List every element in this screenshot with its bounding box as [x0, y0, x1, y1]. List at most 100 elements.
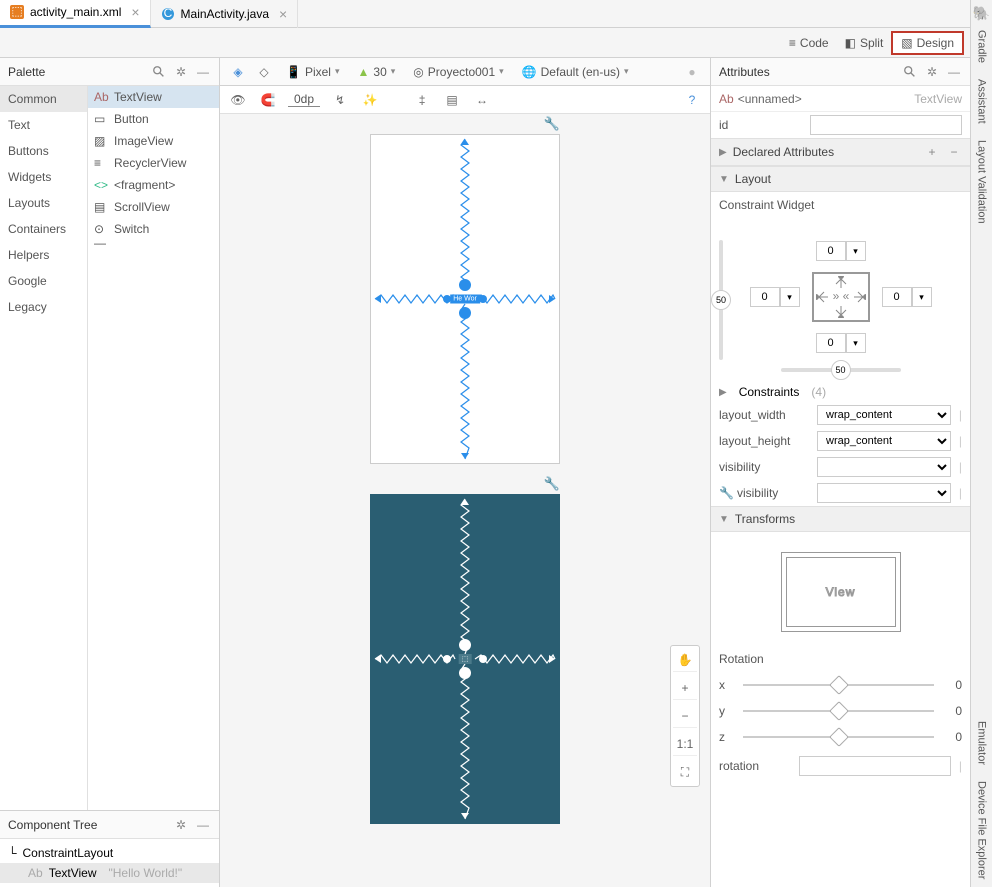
palette-item-textview[interactable]: AbTextView	[88, 86, 219, 108]
tab-main-activity[interactable]: C MainActivity.java ×	[151, 0, 299, 28]
api-dropdown[interactable]: ▲30▾	[352, 65, 402, 79]
rotation-y-slider[interactable]	[743, 701, 934, 721]
gear-icon[interactable]: ✲	[924, 64, 940, 80]
palette-item-scrollview[interactable]: ▤ScrollView	[88, 196, 219, 218]
palette-item-imageview[interactable]: ▨ImageView	[88, 130, 219, 152]
palette-cat-common[interactable]: Common	[0, 86, 87, 112]
minimize-icon[interactable]: —	[946, 64, 962, 80]
theme-dropdown[interactable]: ◎Proyecto001▾	[407, 65, 509, 79]
chevron-right-icon[interactable]: ▶	[719, 387, 727, 398]
close-icon[interactable]: ×	[279, 6, 287, 22]
rotation-input[interactable]	[799, 756, 951, 776]
gear-icon[interactable]: ✲	[173, 64, 189, 80]
autoconnect-icon[interactable]: 🧲	[258, 90, 278, 110]
right-rail-device-file-explorer[interactable]: Device File Explorer	[974, 773, 990, 887]
palette-cat-buttons[interactable]: Buttons	[0, 138, 87, 164]
search-icon[interactable]	[151, 64, 167, 80]
margin-right-input[interactable]	[882, 287, 912, 307]
design-preview[interactable]: He Wor	[370, 134, 560, 464]
palette-item-recyclerview[interactable]: ≡RecyclerView	[88, 152, 219, 174]
palette-cat-google[interactable]: Google	[0, 268, 87, 294]
chevron-right-icon[interactable]: ▶	[719, 147, 727, 158]
zoom-out-button[interactable]: −	[673, 704, 697, 728]
align-icon[interactable]: ▤	[442, 90, 462, 110]
right-rail-assistant[interactable]: Assistant	[974, 71, 990, 132]
margin-top-input[interactable]	[816, 241, 846, 261]
blueprint-preview[interactable]: ⬚	[370, 494, 560, 824]
margin-bottom-dropdown[interactable]: ▾	[846, 333, 866, 353]
margin-left-dropdown[interactable]: ▾	[780, 287, 800, 307]
id-input[interactable]	[810, 115, 962, 135]
right-rail-layout-validation[interactable]: Layout Validation	[974, 132, 990, 232]
constraint-handle-top[interactable]	[459, 279, 471, 291]
wrench-icon[interactable]: 🔧	[544, 116, 560, 132]
device-dropdown[interactable]: 📱Pixel▾	[280, 65, 346, 79]
right-rail-emulator[interactable]: Emulator	[974, 713, 990, 773]
design-view-button[interactable]: ▧ Design	[891, 31, 964, 55]
margin-right-dropdown[interactable]: ▾	[912, 287, 932, 307]
code-view-button[interactable]: ≡ Code	[781, 31, 837, 55]
constraint-widget-box[interactable]: » «	[812, 272, 870, 322]
split-view-button[interactable]: ◧ Split	[837, 31, 892, 55]
section-label: Transforms	[735, 512, 795, 526]
tools-visibility-select[interactable]	[817, 483, 951, 503]
margin-bottom-input[interactable]	[816, 333, 846, 353]
visibility-select[interactable]	[817, 457, 951, 477]
constraint-handle-top[interactable]	[459, 639, 471, 651]
margin-top-dropdown[interactable]: ▾	[846, 241, 866, 261]
chevron-down-icon[interactable]: ▼	[719, 174, 729, 185]
gradle-icon[interactable]: 🐘	[973, 5, 990, 22]
close-icon[interactable]: ×	[131, 4, 139, 20]
palette-cat-legacy[interactable]: Legacy	[0, 294, 87, 320]
add-attribute-icon[interactable]: +	[924, 144, 940, 160]
tree-row-textview[interactable]: Ab TextView "Hello World!"	[0, 863, 219, 883]
code-icon: ≡	[789, 36, 796, 50]
canvas-surface[interactable]: 🔧 He Wor 🔧	[220, 114, 710, 887]
pack-icon[interactable]: ↔	[472, 90, 492, 110]
tree-row-root[interactable]: └ ConstraintLayout	[0, 843, 219, 863]
chevron-down-icon[interactable]: ▼	[719, 514, 729, 525]
infer-constraints-icon[interactable]: ✨	[360, 90, 380, 110]
palette-item-fragment[interactable]: <><fragment>	[88, 174, 219, 196]
constraint-handle-bottom[interactable]	[459, 667, 471, 679]
warnings-icon[interactable]: ●	[682, 62, 702, 82]
palette-cat-widgets[interactable]: Widgets	[0, 164, 87, 190]
zoom-reset-button[interactable]: 1:1	[673, 732, 697, 756]
guidelines-icon[interactable]: ‡	[412, 90, 432, 110]
vertical-bias-slider[interactable]: 50	[711, 290, 731, 310]
constraint-handle-left[interactable]	[443, 655, 451, 663]
rotation-z-slider[interactable]	[743, 727, 934, 747]
orientation-icon[interactable]: ◇	[254, 62, 274, 82]
wrench-icon[interactable]: 🔧	[544, 476, 560, 492]
zoom-in-button[interactable]: +	[673, 676, 697, 700]
palette-item-button[interactable]: ▭Button	[88, 108, 219, 130]
palette-cat-layouts[interactable]: Layouts	[0, 190, 87, 216]
palette-cat-text[interactable]: Text	[0, 112, 87, 138]
minimize-icon[interactable]: —	[195, 817, 211, 833]
clear-constraints-icon[interactable]: ↯	[330, 90, 350, 110]
layout-width-select[interactable]: wrap_content	[817, 405, 951, 425]
default-margins-dropdown[interactable]: 0dp	[288, 92, 320, 107]
horizontal-bias-slider[interactable]: 50	[831, 360, 851, 380]
constraint-handle-right[interactable]	[479, 295, 487, 303]
view-options-icon[interactable]: 👁	[228, 90, 248, 110]
margin-left-input[interactable]	[750, 287, 780, 307]
palette-cat-containers[interactable]: Containers	[0, 216, 87, 242]
surface-select-icon[interactable]: ◈	[228, 62, 248, 82]
pan-icon[interactable]: ✋	[673, 648, 697, 672]
palette-cat-helpers[interactable]: Helpers	[0, 242, 87, 268]
constraint-handle-right[interactable]	[479, 655, 487, 663]
rotation-x-slider[interactable]	[743, 675, 934, 695]
tab-activity-main[interactable]: ⬚ activity_main.xml ×	[0, 0, 151, 28]
locale-dropdown[interactable]: 🌐Default (en-us)▾	[516, 65, 635, 79]
palette-item-switch[interactable]: ⊙—Switch	[88, 218, 219, 240]
help-icon[interactable]: ?	[682, 90, 702, 110]
constraint-handle-bottom[interactable]	[459, 307, 471, 319]
right-rail-gradle[interactable]: Gradle	[974, 22, 990, 71]
search-icon[interactable]	[902, 64, 918, 80]
minimize-icon[interactable]: —	[195, 64, 211, 80]
layout-height-select[interactable]: wrap_content	[817, 431, 951, 451]
gear-icon[interactable]: ✲	[173, 817, 189, 833]
remove-attribute-icon[interactable]: −	[946, 144, 962, 160]
zoom-fit-button[interactable]: ⛶	[673, 760, 697, 784]
